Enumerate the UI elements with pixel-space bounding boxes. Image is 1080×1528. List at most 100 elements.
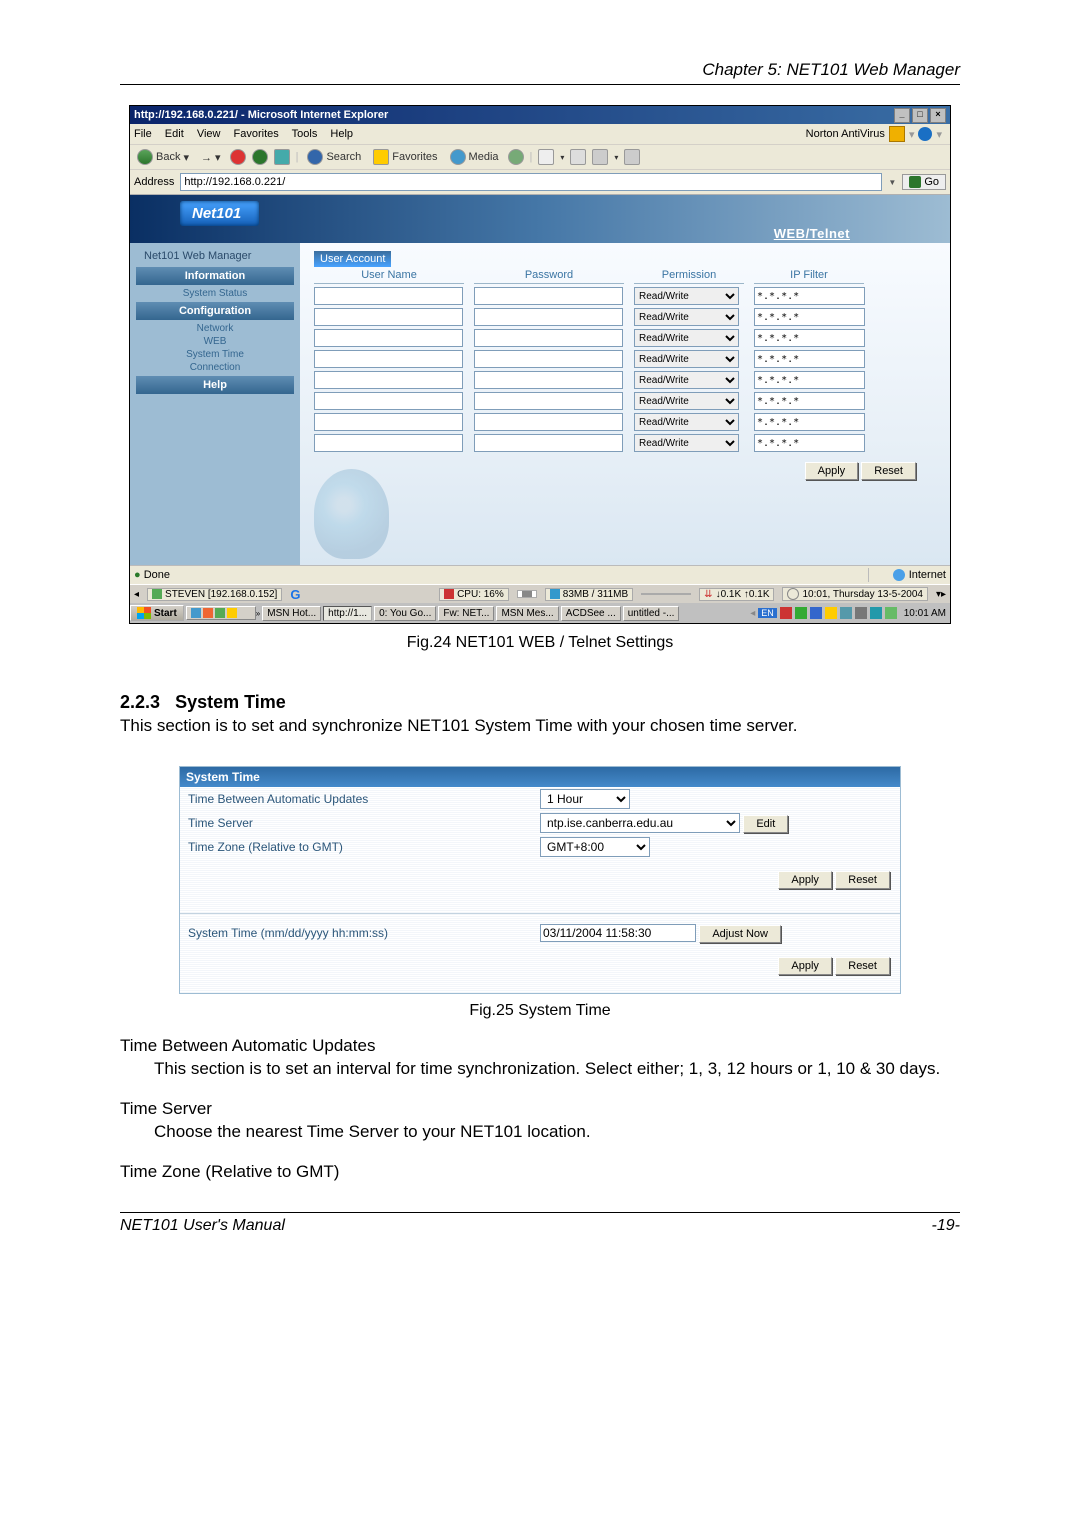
menu-favorites[interactable]: Favorites bbox=[234, 128, 279, 140]
print-icon[interactable] bbox=[570, 149, 586, 165]
ip-filter-input[interactable] bbox=[754, 392, 865, 410]
sidebar-section-configuration[interactable]: Configuration bbox=[136, 302, 294, 320]
minimize-button[interactable]: _ bbox=[894, 108, 910, 123]
tray-icon[interactable] bbox=[810, 607, 822, 619]
media-button[interactable]: Media bbox=[447, 148, 502, 166]
refresh-icon[interactable] bbox=[252, 149, 268, 165]
interval-select[interactable]: 1 Hour bbox=[540, 789, 630, 809]
sidebar-section-information[interactable]: Information bbox=[136, 267, 294, 285]
address-input[interactable] bbox=[180, 173, 882, 191]
permission-select[interactable]: Read/Write bbox=[634, 350, 739, 368]
language-indicator[interactable]: EN bbox=[758, 608, 777, 618]
history-icon[interactable] bbox=[508, 149, 524, 165]
web-telnet-tab[interactable]: WEB/Telnet bbox=[774, 226, 850, 241]
sidebar-item-connection[interactable]: Connection bbox=[130, 361, 300, 374]
reset-button[interactable]: Reset bbox=[861, 462, 916, 480]
ip-filter-input[interactable] bbox=[754, 434, 865, 452]
search-button[interactable]: Search bbox=[304, 148, 364, 166]
ip-filter-input[interactable] bbox=[754, 329, 865, 347]
username-input[interactable] bbox=[314, 350, 463, 368]
task-msn-hot[interactable]: MSN Hot... bbox=[262, 606, 321, 621]
sidebar-item-system-time[interactable]: System Time bbox=[130, 348, 300, 361]
permission-select[interactable]: Read/Write bbox=[634, 329, 739, 347]
tray-icon[interactable] bbox=[855, 607, 867, 619]
discuss-icon[interactable] bbox=[624, 149, 640, 165]
task-untitled[interactable]: untitled -... bbox=[623, 606, 680, 621]
tray-icon[interactable] bbox=[840, 607, 852, 619]
username-input[interactable] bbox=[314, 287, 463, 305]
edit-button[interactable]: Edit bbox=[743, 815, 788, 833]
reset-button-2[interactable]: Reset bbox=[835, 957, 890, 975]
password-input[interactable] bbox=[474, 392, 623, 410]
menu-edit[interactable]: Edit bbox=[165, 128, 184, 140]
permission-select[interactable]: Read/Write bbox=[634, 413, 739, 431]
permission-select[interactable]: Read/Write bbox=[634, 434, 739, 452]
username-input[interactable] bbox=[314, 308, 463, 326]
apply-button-2[interactable]: Apply bbox=[778, 957, 832, 975]
stop-icon[interactable] bbox=[230, 149, 246, 165]
menu-view[interactable]: View bbox=[197, 128, 221, 140]
permission-select[interactable]: Read/Write bbox=[634, 287, 739, 305]
task-yougo[interactable]: 0: You Go... bbox=[374, 606, 436, 621]
password-input[interactable] bbox=[474, 308, 623, 326]
norton-label: Norton AntiVirus bbox=[806, 128, 885, 140]
ip-filter-input[interactable] bbox=[754, 308, 865, 326]
username-input[interactable] bbox=[314, 392, 463, 410]
username-input[interactable] bbox=[314, 371, 463, 389]
password-input[interactable] bbox=[474, 413, 623, 431]
task-acdsee[interactable]: ACDSee ... bbox=[561, 606, 621, 621]
clock[interactable]: 10:01 AM bbox=[904, 608, 946, 619]
password-input[interactable] bbox=[474, 350, 623, 368]
start-button[interactable]: Start bbox=[130, 605, 184, 621]
username-input[interactable] bbox=[314, 434, 463, 452]
timeserver-select[interactable]: ntp.ise.canberra.edu.au bbox=[540, 813, 740, 833]
menu-file[interactable]: File bbox=[134, 128, 152, 140]
username-input[interactable] bbox=[314, 329, 463, 347]
connection-zone: Internet bbox=[909, 569, 946, 581]
tray-icon[interactable] bbox=[885, 607, 897, 619]
apply-button-1[interactable]: Apply bbox=[778, 871, 832, 889]
sidebar-item-network[interactable]: Network bbox=[130, 322, 300, 335]
favorites-button[interactable]: Favorites bbox=[370, 148, 440, 166]
forward-button[interactable]: → ▾ bbox=[198, 150, 224, 165]
menu-help[interactable]: Help bbox=[330, 128, 353, 140]
task-ie[interactable]: http://1... bbox=[323, 606, 372, 621]
steven-host[interactable]: STEVEN [192.168.0.152] bbox=[147, 588, 282, 601]
maximize-button[interactable]: □ bbox=[912, 108, 928, 123]
close-button[interactable]: × bbox=[930, 108, 946, 123]
permission-select[interactable]: Read/Write bbox=[634, 392, 739, 410]
edit-icon[interactable] bbox=[592, 149, 608, 165]
task-fwnet[interactable]: Fw: NET... bbox=[438, 606, 494, 621]
password-input[interactable] bbox=[474, 434, 623, 452]
adjust-now-button[interactable]: Adjust Now bbox=[699, 925, 781, 943]
ip-filter-input[interactable] bbox=[754, 413, 865, 431]
google-search-icon[interactable]: G bbox=[290, 587, 300, 602]
tray-icon[interactable] bbox=[825, 607, 837, 619]
ip-filter-input[interactable] bbox=[754, 371, 865, 389]
ip-filter-input[interactable] bbox=[754, 350, 865, 368]
go-button[interactable]: Go bbox=[902, 174, 946, 190]
permission-select[interactable]: Read/Write bbox=[634, 371, 739, 389]
ip-filter-input[interactable] bbox=[754, 287, 865, 305]
system-time-input[interactable] bbox=[540, 924, 696, 942]
password-input[interactable] bbox=[474, 329, 623, 347]
home-icon[interactable] bbox=[274, 149, 290, 165]
password-input[interactable] bbox=[474, 287, 623, 305]
tray-icon[interactable] bbox=[870, 607, 882, 619]
menu-tools[interactable]: Tools bbox=[292, 128, 318, 140]
task-msnmes[interactable]: MSN Mes... bbox=[496, 606, 558, 621]
tray-icon[interactable] bbox=[780, 607, 792, 619]
permission-select[interactable]: Read/Write bbox=[634, 308, 739, 326]
password-input[interactable] bbox=[474, 371, 623, 389]
reset-button-1[interactable]: Reset bbox=[835, 871, 890, 889]
sidebar-section-help[interactable]: Help bbox=[136, 376, 294, 394]
tray-icon[interactable] bbox=[795, 607, 807, 619]
apply-button[interactable]: Apply bbox=[805, 462, 859, 480]
mail-icon[interactable] bbox=[538, 149, 554, 165]
back-button[interactable]: Back ▾ bbox=[134, 148, 192, 166]
sidebar-item-system-status[interactable]: System Status bbox=[130, 287, 300, 300]
timezone-select[interactable]: GMT+8:00 bbox=[540, 837, 650, 857]
quicklaunch-area[interactable] bbox=[186, 606, 256, 620]
sidebar-item-web[interactable]: WEB bbox=[130, 335, 300, 348]
username-input[interactable] bbox=[314, 413, 463, 431]
